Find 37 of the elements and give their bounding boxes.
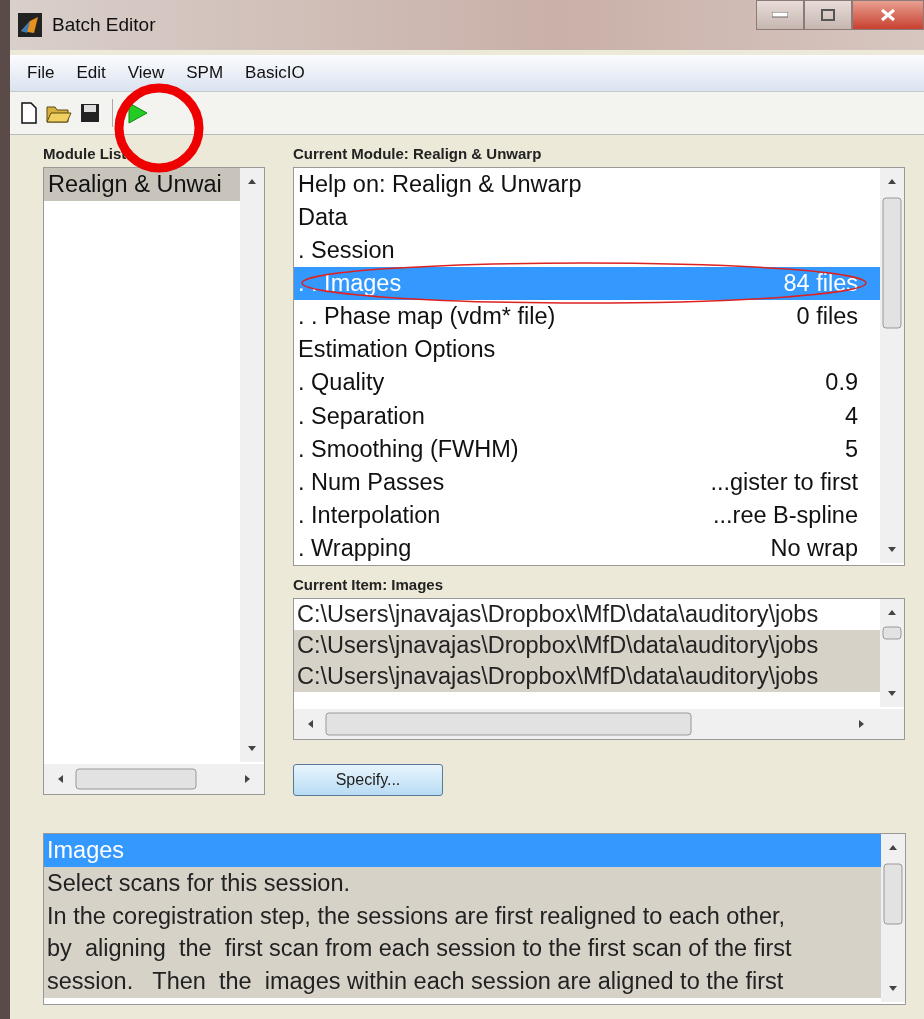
scrollbar[interactable]	[880, 168, 904, 563]
app-logo-icon	[18, 13, 42, 37]
menu-item[interactable]: Edit	[65, 63, 117, 83]
minimize-icon	[772, 12, 788, 18]
maximize-icon	[821, 9, 835, 21]
help-title: Images	[44, 834, 881, 867]
close-button[interactable]	[852, 0, 924, 30]
current-module-label: Current Module: Realign & Unwarp	[293, 145, 543, 164]
new-file-icon[interactable]	[20, 102, 38, 124]
module-option-row[interactable]: . Wrapping No wrap	[294, 531, 880, 565]
file-path-row[interactable]: C:\Users\jnavajas\Dropbox\MfD\data\auditory\jobs	[294, 630, 880, 661]
file-path-row[interactable]: C:\Users\jnavajas\Dropbox\MfD\data\auditory\jobs	[294, 661, 880, 692]
maximize-button[interactable]	[804, 0, 852, 30]
module-option-row[interactable]: Estimation Options	[294, 333, 880, 367]
save-icon[interactable]	[80, 102, 100, 124]
current-item-label: Current Item: Images	[293, 576, 445, 595]
minimize-button[interactable]	[756, 0, 804, 30]
menu-item[interactable]: BasicIO	[234, 63, 316, 83]
module-option-row[interactable]: . Session	[294, 234, 880, 268]
scrollbar[interactable]	[881, 834, 905, 1002]
module-item[interactable]: Realign & Unwai	[44, 168, 240, 201]
close-icon	[880, 8, 896, 22]
scrollbar[interactable]	[240, 168, 264, 762]
menu-item[interactable]: File	[16, 63, 66, 83]
scrollbar[interactable]	[880, 599, 904, 707]
module-option-row[interactable]: . Num Passes ...gister to first	[294, 465, 880, 499]
module-option-row[interactable]: Help on: Realign & Unwarp	[294, 168, 880, 202]
module-option-row[interactable]: Data	[294, 201, 880, 235]
module-option-row[interactable]: . Smoothing (FWHM) 5	[294, 432, 880, 466]
menu-item[interactable]: View	[116, 63, 176, 83]
menu-item[interactable]: SPM	[175, 63, 235, 83]
window-title: Batch Editor	[52, 14, 156, 36]
module-option-row[interactable]: . Quality 0.9	[294, 366, 880, 400]
specify-button[interactable]: Specify...	[293, 764, 443, 796]
module-option-row[interactable]: . . Phase map (vdm* file) 0 files	[294, 300, 880, 334]
module-option-row[interactable]: . Interpolation ...ree B-spline	[294, 498, 880, 532]
module-option-row[interactable]: . Separation 4	[294, 399, 880, 433]
